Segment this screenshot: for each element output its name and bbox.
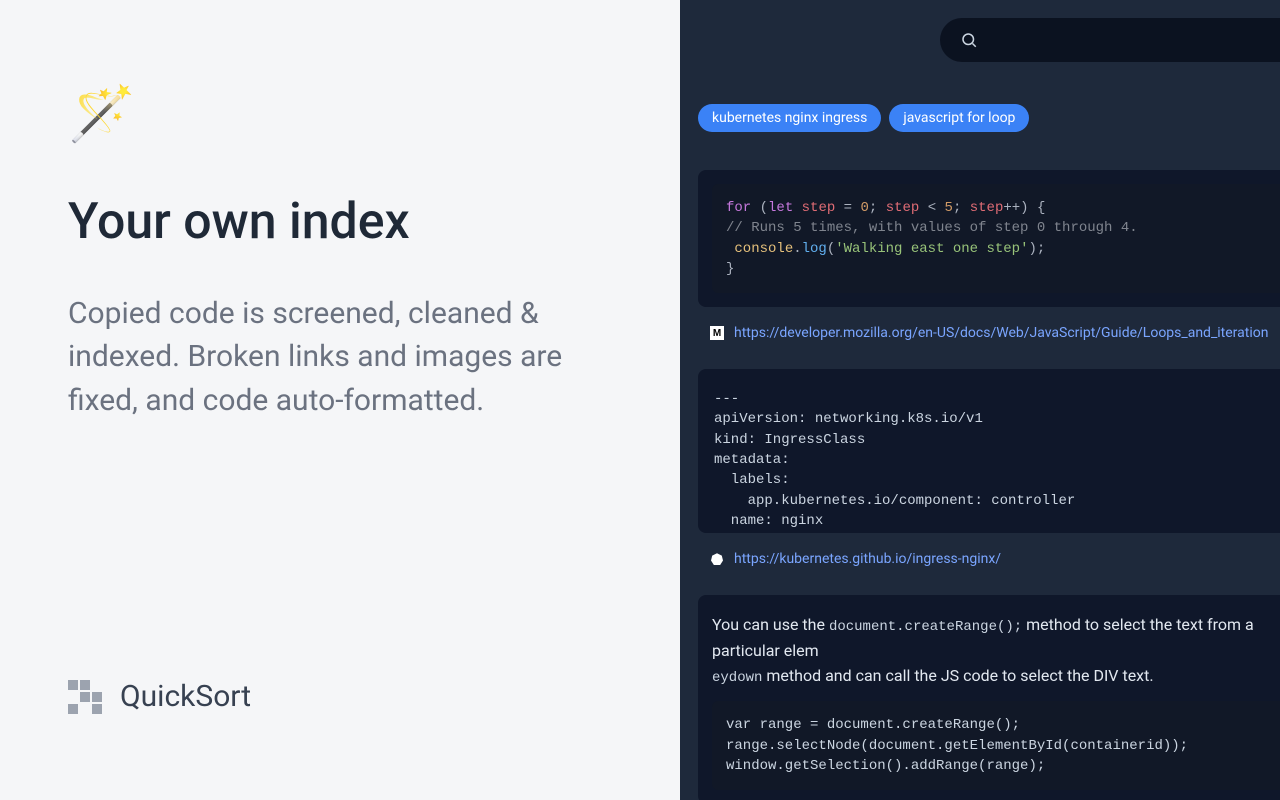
chip-javascript[interactable]: javascript for loop	[889, 104, 1029, 132]
results-list: for (let step = 0; step < 5; step++) { /…	[698, 170, 1280, 800]
wand-icon: 🪄	[68, 88, 612, 142]
marketing-panel: 🪄 Your own index Copied code is screened…	[0, 0, 680, 800]
mdn-icon: M	[710, 326, 724, 340]
chip-kubernetes[interactable]: kubernetes nginx ingress	[698, 104, 881, 132]
search-icon	[960, 31, 978, 49]
result-text: You can use the document.createRange(); …	[712, 613, 1280, 689]
result-source: M https://developer.mozilla.org/en-US/do…	[698, 325, 1280, 341]
brand-name: QuickSort	[120, 679, 251, 714]
kubernetes-icon	[710, 552, 724, 566]
search-field[interactable]	[988, 31, 1280, 49]
result-card[interactable]: --- apiVersion: networking.k8s.io/v1 kin…	[698, 369, 1280, 533]
result-url[interactable]: https://developer.mozilla.org/en-US/docs…	[734, 325, 1268, 341]
code-block: for (let step = 0; step < 5; step++) { /…	[712, 184, 1280, 293]
search-input[interactable]	[940, 18, 1280, 62]
brand: QuickSort	[68, 679, 251, 714]
code-block: var range = document.createRange(); rang…	[712, 701, 1280, 790]
page-subtitle: Copied code is screened, cleaned & index…	[68, 292, 612, 423]
result-card[interactable]: You can use the document.createRange(); …	[698, 595, 1280, 800]
result-source: https://kubernetes.github.io/ingress-ngi…	[698, 551, 1280, 567]
code-block: --- apiVersion: networking.k8s.io/v1 kin…	[712, 383, 1280, 533]
brand-logo-icon	[68, 680, 102, 714]
page-title: Your own index	[68, 194, 612, 252]
result-card[interactable]: for (let step = 0; step < 5; step++) { /…	[698, 170, 1280, 307]
filter-chips: kubernetes nginx ingress javascript for …	[698, 104, 1029, 132]
result-url[interactable]: https://kubernetes.github.io/ingress-ngi…	[734, 551, 1001, 567]
app-panel: kubernetes nginx ingress javascript for …	[680, 0, 1280, 800]
